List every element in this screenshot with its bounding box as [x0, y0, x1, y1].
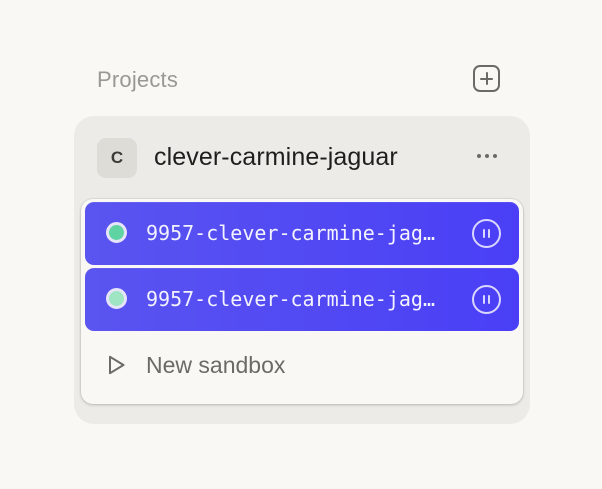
projects-title: Projects: [97, 67, 179, 92]
sandbox-name: 9957-clever-carmine-jaguar: [146, 287, 441, 311]
project-header[interactable]: C clever-carmine-jaguar: [74, 116, 530, 198]
sandbox-item[interactable]: 9957-clever-carmine-jaguar: [85, 268, 519, 331]
project-card: C clever-carmine-jaguar 9957-clever-carm…: [74, 116, 530, 424]
pause-icon[interactable]: [472, 285, 501, 314]
more-options-button[interactable]: [472, 144, 502, 168]
project-avatar: C: [97, 138, 137, 178]
pause-icon[interactable]: [472, 219, 501, 248]
play-icon: [109, 355, 125, 375]
sandbox-list: 9957-clever-carmine-jaguar 9957-clever-c…: [81, 199, 523, 404]
sandbox-item[interactable]: 9957-clever-carmine-jaguar: [85, 202, 519, 265]
new-sandbox-button[interactable]: New sandbox: [85, 339, 519, 391]
sandbox-name: 9957-clever-carmine-jaguar: [146, 221, 441, 245]
status-running-icon: [106, 222, 127, 243]
new-sandbox-label: New sandbox: [146, 352, 286, 378]
add-project-button[interactable]: [473, 65, 500, 92]
projects-header: Projects: [97, 62, 505, 96]
more-horizontal-icon-dot: [485, 154, 489, 158]
status-running-icon: [106, 288, 127, 309]
more-horizontal-icon-dot: [477, 154, 481, 158]
more-horizontal-icon-dot: [493, 154, 497, 158]
project-name[interactable]: clever-carmine-jaguar: [154, 143, 398, 172]
